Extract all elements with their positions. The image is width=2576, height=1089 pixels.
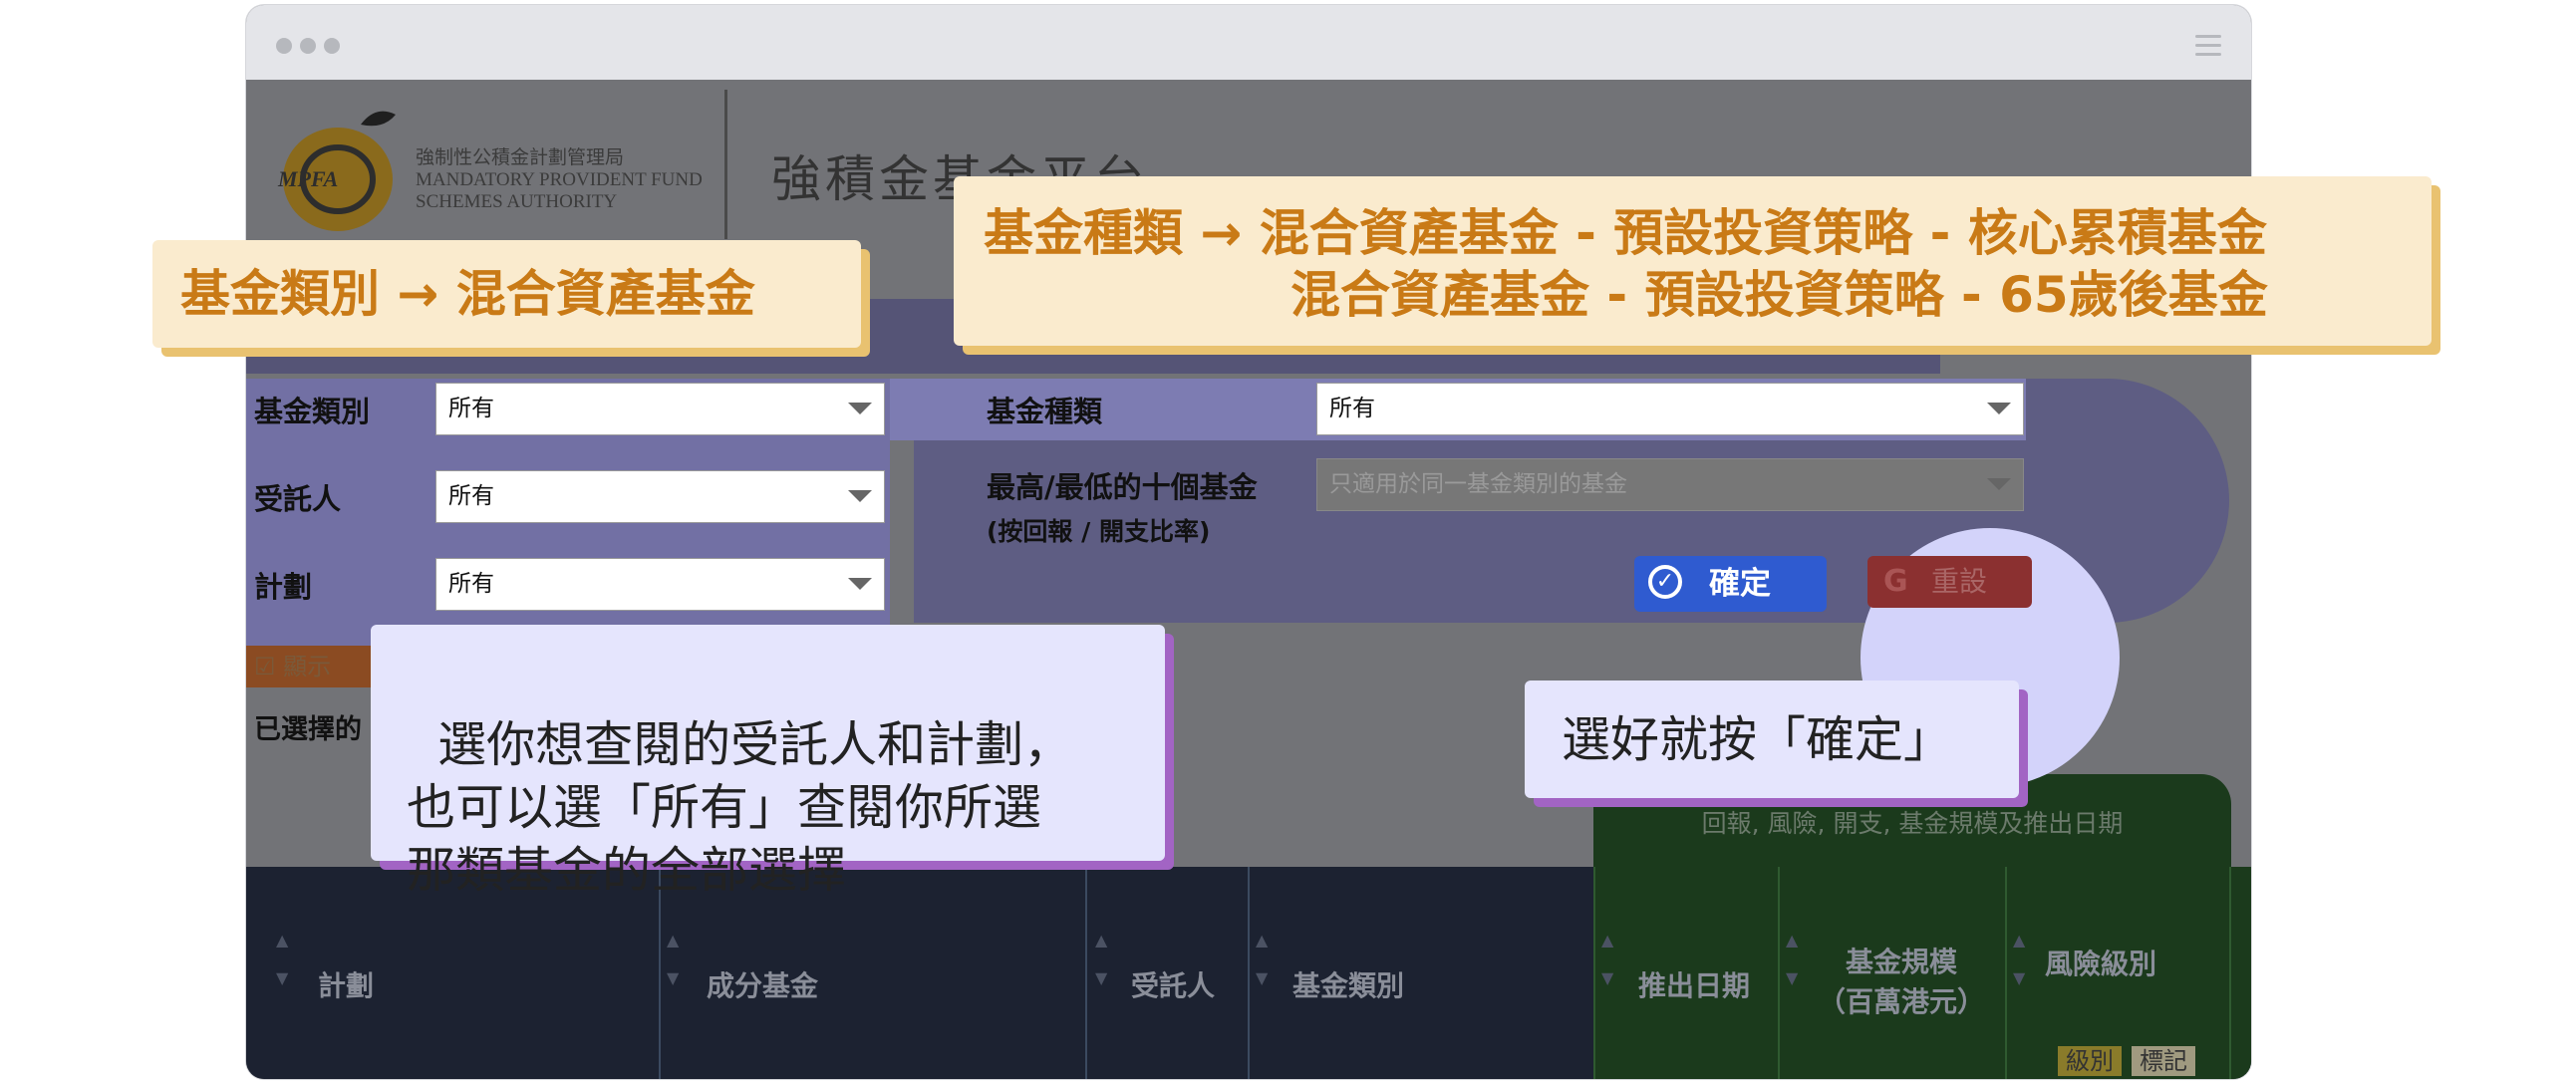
fund-category-label: 基金類別 — [254, 395, 371, 428]
column-header-scheme[interactable]: 計劃 — [318, 964, 374, 1004]
top-bottom-select[interactable]: 只適用於同一基金類別的基金 — [1316, 458, 2024, 511]
top-bottom-sublabel: (按回報 / 開支比率) — [987, 517, 1211, 546]
sort-icon[interactable]: ▲ ▼ — [1601, 922, 1613, 997]
callout-trustee-scheme: 選你想查閱的受託人和計劃， 也可以選「所有」查閱你所選 那類基金的全部選擇 — [371, 625, 1165, 899]
column-divider — [2229, 867, 2231, 1079]
column-divider — [2005, 867, 2007, 1079]
mpfa-logo[interactable]: MPFA 強制性公積金計劃管理局 MANDATORY PROVIDENT FUN… — [246, 80, 724, 249]
window-titlebar — [246, 5, 2251, 80]
risk-marker-badge: 標記 — [2132, 1046, 2195, 1076]
top-bottom-placeholder: 只適用於同一基金類別的基金 — [1329, 471, 1627, 497]
chevron-down-icon — [848, 578, 872, 590]
window-dot-icon[interactable] — [300, 38, 316, 54]
chevron-down-icon — [848, 490, 872, 502]
confirm-button[interactable]: ✓ 確定 — [1634, 556, 1827, 612]
reset-icon: G — [1883, 564, 1908, 599]
header-divider — [724, 90, 727, 239]
checkbox-icon: ☑ — [254, 653, 284, 681]
callout-fund-type-line1: 基金種類 → 混合資產基金 - 預設投資策略 - 核心累積基金 — [984, 204, 2267, 262]
column-divider — [1085, 867, 1087, 1079]
check-circle-icon: ✓ — [1648, 565, 1682, 599]
risk-level-badge: 級別 — [2058, 1046, 2122, 1076]
sort-icon[interactable]: ▲ ▼ — [1095, 922, 1107, 997]
browser-window: MPFA 強制性公積金計劃管理局 MANDATORY PROVIDENT FUN… — [246, 5, 2251, 1079]
callout-fund-category: 基金類別 → 混合資產基金 — [152, 240, 861, 348]
callout-confirm-hint: 選好就按「確定」 — [1525, 681, 2019, 798]
chevron-down-icon — [848, 403, 872, 414]
chevron-down-icon — [1987, 478, 2011, 490]
sort-icon[interactable]: ▲ ▼ — [2013, 922, 2025, 997]
sort-icon[interactable]: ▲ ▼ — [667, 922, 679, 997]
trustee-label: 受託人 — [254, 482, 342, 516]
trustee-select[interactable]: 所有 — [435, 470, 885, 523]
svg-text:MPFA: MPFA — [277, 166, 338, 191]
returns-group-header-text: 回報, 風險, 開支, 基金規模及推出日期 — [1701, 809, 2124, 838]
fund-category-value: 所有 — [448, 396, 494, 421]
logo-text: 強制性公積金計劃管理局 MANDATORY PROVIDENT FUND SCH… — [416, 147, 703, 212]
reset-button-label: 重設 — [1931, 565, 1988, 598]
chevron-down-icon — [1987, 403, 2011, 414]
scheme-label: 計劃 — [254, 570, 313, 604]
scheme-select[interactable]: 所有 — [435, 558, 885, 611]
fund-category-select[interactable]: 所有 — [435, 383, 885, 435]
column-header-constituent-fund[interactable]: 成分基金 — [707, 964, 818, 1004]
mpfa-logo-icon: MPFA — [277, 111, 396, 231]
scheme-value: 所有 — [448, 571, 494, 597]
fund-type-label: 基金種類 — [987, 395, 1103, 428]
column-header-risk-class[interactable]: 風險級別 — [2045, 943, 2156, 982]
callout-fund-type-line2: 混合資產基金 - 預設投資策略 - 65歲後基金 — [1290, 266, 2268, 324]
trustee-value: 所有 — [448, 483, 494, 509]
hamburger-menu-icon[interactable] — [2195, 35, 2221, 59]
column-header-fund-size[interactable]: 基金規模 （百萬港元） — [1818, 943, 1985, 1022]
callout-fund-type: 基金種類 → 混合資產基金 - 預設投資策略 - 核心累積基金 混合資產基金 -… — [954, 176, 2432, 346]
sort-icon[interactable]: ▲ ▼ — [1786, 922, 1798, 997]
reset-button[interactable]: G 重設 — [1867, 556, 2032, 608]
fund-type-select[interactable]: 所有 — [1316, 383, 2024, 435]
column-header-trustee[interactable]: 受託人 — [1131, 964, 1215, 1004]
column-header-launch-date[interactable]: 推出日期 — [1638, 964, 1750, 1004]
confirm-button-label: 確定 — [1709, 566, 1771, 602]
column-divider — [1778, 867, 1780, 1079]
sort-icon[interactable]: ▲ ▼ — [276, 922, 288, 997]
column-divider — [1593, 867, 1595, 1079]
top-bottom-label: 最高/最低的十個基金 — [987, 470, 1258, 504]
sort-icon[interactable]: ▲ ▼ — [1256, 922, 1268, 997]
selected-label: 已選擇的 — [254, 714, 362, 745]
window-dot-icon[interactable] — [324, 38, 340, 54]
callout-fund-category-text: 基金類別 → 混合資產基金 — [180, 265, 755, 323]
column-header-fund-category[interactable]: 基金類別 — [1292, 964, 1404, 1004]
window-dot-icon[interactable] — [276, 38, 292, 54]
column-divider — [1248, 867, 1250, 1079]
show-toggle-button[interactable]: ☑ 顯示 — [246, 646, 384, 687]
fund-type-value: 所有 — [1329, 396, 1375, 421]
callout-confirm-hint-text: 選好就按「確定」 — [1562, 711, 1953, 768]
